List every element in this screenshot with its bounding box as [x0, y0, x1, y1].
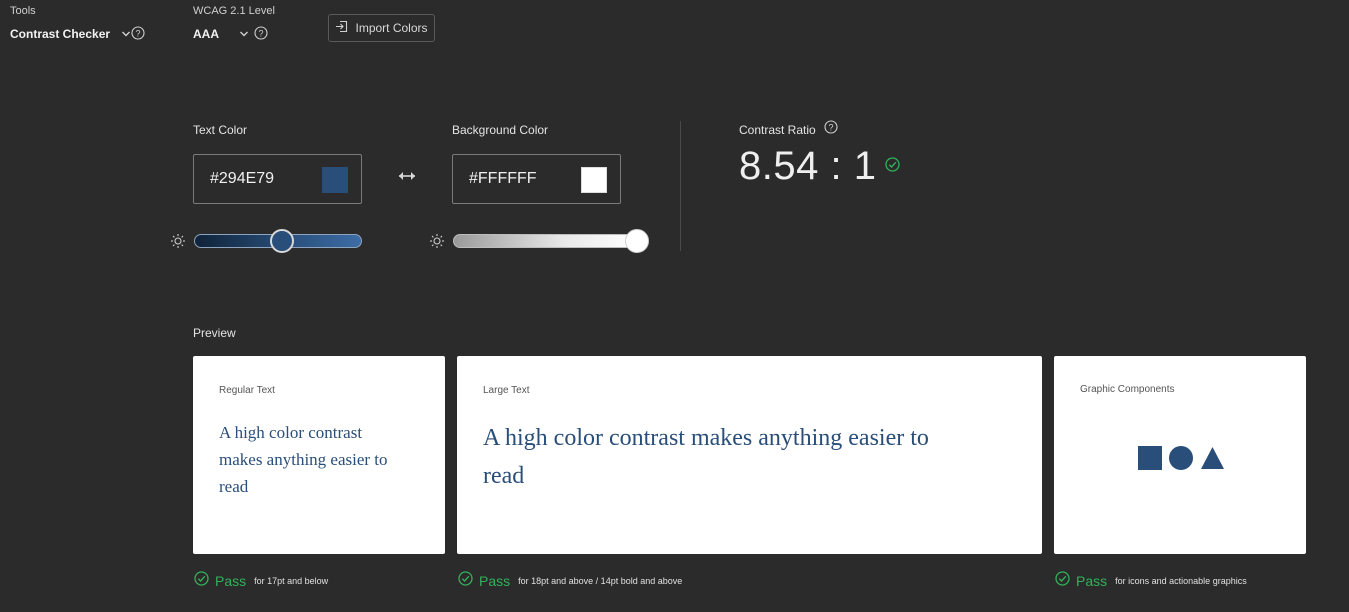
regular-pass-description: for 17pt and below — [254, 576, 329, 586]
text-color-slider-thumb[interactable] — [270, 229, 295, 253]
graphic-components-card: Graphic Components — [1054, 356, 1306, 554]
graphic-components-result: Pass for icons and actionable graphics — [1055, 571, 1247, 591]
sun-icon — [429, 233, 445, 254]
background-color-input[interactable]: #FFFFFF — [452, 154, 621, 204]
regular-pass-status: Pass — [215, 573, 247, 589]
contrast-ratio-label: Contrast Ratio — [739, 122, 816, 137]
chevron-down-icon — [239, 29, 249, 39]
text-color-hex: #294E79 — [210, 170, 275, 187]
regular-text-card: Regular Text A high color contrast makes… — [193, 356, 445, 554]
graphic-pass-description: for icons and actionable graphics — [1115, 576, 1247, 586]
contrast-ratio-display: 8.54 : 1 — [739, 144, 901, 189]
background-color-label: Background Color — [452, 123, 549, 137]
import-colors-button[interactable]: Import Colors — [328, 14, 435, 42]
contrast-help-icon[interactable]: ? — [824, 120, 838, 139]
large-text-result: Pass for 18pt and above / 14pt bold and … — [458, 571, 682, 591]
check-circle-icon — [885, 156, 901, 177]
large-text-label: Large Text — [483, 385, 530, 396]
text-color-swatch[interactable] — [322, 167, 348, 193]
large-text-sample: A high color contrast makes anything eas… — [483, 425, 929, 489]
check-circle-icon — [1055, 571, 1070, 591]
circle-shape — [1169, 446, 1193, 470]
preview-label: Preview — [193, 326, 236, 340]
svg-text:?: ? — [258, 28, 263, 38]
text-color-label: Text Color — [193, 123, 248, 137]
background-color-slider-thumb[interactable] — [625, 229, 650, 253]
tools-help-icon[interactable]: ? — [131, 26, 145, 40]
check-circle-icon — [194, 571, 209, 591]
text-color-input[interactable]: #294E79 — [193, 154, 362, 204]
divider — [680, 121, 681, 251]
large-text-card: Large Text A high color contrast makes a… — [457, 356, 1042, 554]
svg-text:?: ? — [135, 28, 140, 38]
regular-text-result: Pass for 17pt and below — [194, 571, 328, 591]
large-pass-description: for 18pt and above / 14pt bold and above — [518, 576, 683, 586]
check-circle-icon — [458, 571, 473, 591]
svg-text:?: ? — [828, 122, 833, 132]
background-color-brightness-slider[interactable] — [453, 234, 637, 248]
square-shape — [1138, 446, 1162, 470]
tools-dropdown[interactable]: Contrast Checker — [10, 27, 131, 41]
regular-text-sample: A high color contrast makes anything eas… — [219, 423, 388, 496]
wcag-level-label: WCAG 2.1 Level — [193, 5, 275, 17]
wcag-level-value: AAA — [193, 27, 219, 41]
import-colors-label: Import Colors — [355, 21, 428, 35]
background-color-hex: #FFFFFF — [469, 170, 537, 187]
wcag-level-dropdown[interactable]: AAA — [193, 27, 249, 41]
contrast-ratio-value: 8.54 : 1 — [739, 144, 877, 188]
regular-text-label: Regular Text — [219, 385, 275, 396]
tools-dropdown-value: Contrast Checker — [10, 27, 111, 41]
triangle-shape — [1201, 447, 1224, 469]
swap-colors-icon[interactable] — [397, 168, 417, 189]
background-color-swatch[interactable] — [581, 167, 607, 193]
import-icon — [335, 20, 348, 36]
sun-icon — [170, 233, 186, 254]
chevron-down-icon — [121, 29, 131, 39]
graphic-pass-status: Pass — [1076, 573, 1108, 589]
large-pass-status: Pass — [479, 573, 511, 589]
wcag-help-icon[interactable]: ? — [254, 26, 268, 40]
contrast-ratio-header: Contrast Ratio ? — [739, 120, 838, 139]
tools-label: Tools — [10, 5, 36, 17]
graphic-components-label: Graphic Components — [1080, 384, 1175, 395]
